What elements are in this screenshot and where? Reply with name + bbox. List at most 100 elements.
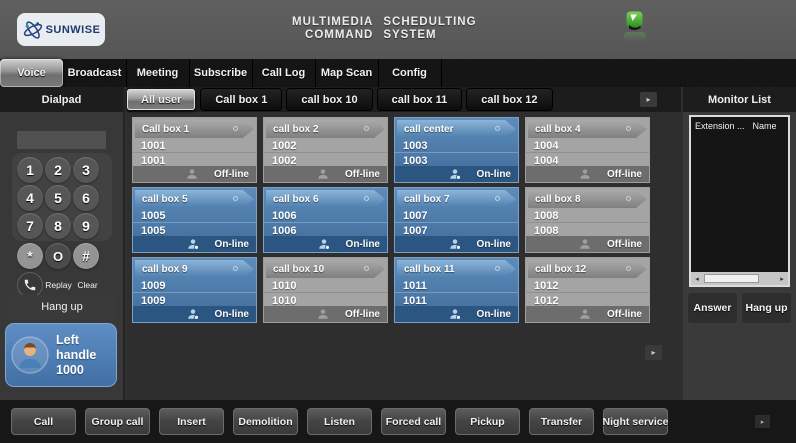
callbox-card-call-box-4[interactable]: call box 4 1004 1004 Off-line bbox=[525, 117, 650, 183]
action-button-call[interactable]: Call bbox=[11, 408, 76, 435]
action-button-group-call[interactable]: Group call bbox=[85, 408, 150, 435]
column-extension[interactable]: Extension ... bbox=[695, 121, 745, 131]
person-status-icon bbox=[579, 168, 591, 180]
user-tab-call-box-11[interactable]: call box 11 bbox=[378, 89, 462, 110]
callbox-status-bar: Off-line bbox=[526, 236, 649, 252]
callbox-extension: 1004 bbox=[534, 140, 558, 152]
status-label: Off-line bbox=[214, 169, 249, 180]
monitor-hangup-button[interactable]: Hang up bbox=[742, 293, 791, 323]
scroll-right-icon[interactable]: ▸ bbox=[776, 275, 788, 283]
user-tabs-scroll-right-icon[interactable]: ▸ bbox=[640, 92, 657, 107]
callbox-card-call-box-6[interactable]: call box 6 1006 1006 On-line bbox=[263, 187, 388, 253]
key-1[interactable]: 1 bbox=[17, 157, 43, 183]
action-button-pickup[interactable]: Pickup bbox=[455, 408, 520, 435]
key-o[interactable]: O bbox=[45, 243, 71, 269]
callbox-card-call-box-7[interactable]: call box 7 1007 1007 On-line bbox=[394, 187, 519, 253]
action-button-transfer[interactable]: Transfer bbox=[529, 408, 594, 435]
callbox-name: call box 4 bbox=[535, 124, 581, 135]
callbox-extension-row: 1005 bbox=[133, 209, 256, 223]
column-name[interactable]: Name bbox=[753, 121, 777, 131]
action-button-demolition[interactable]: Demolition bbox=[233, 408, 298, 435]
callbox-extension: 1012 bbox=[534, 280, 558, 292]
callbox-card-call-box-8[interactable]: call box 8 1008 1008 Off-line bbox=[525, 187, 650, 253]
main-tab-config[interactable]: Config bbox=[378, 59, 441, 87]
key-4[interactable]: 4 bbox=[17, 185, 43, 211]
key-3[interactable]: 3 bbox=[73, 157, 99, 183]
key-[interactable]: # bbox=[73, 243, 99, 269]
callbox-card-call-box-11[interactable]: call box 11 1011 1011 On-line bbox=[394, 257, 519, 323]
callbox-card-call-center[interactable]: call center 1003 1003 On-line bbox=[394, 117, 519, 183]
callbox-status-bar: On-line bbox=[133, 306, 256, 322]
grid-next-page-icon[interactable]: ▸ bbox=[645, 345, 662, 360]
key-7[interactable]: 7 bbox=[17, 213, 43, 239]
callbox-extension: 1006 bbox=[272, 210, 296, 222]
user-tab-all-user[interactable]: All user bbox=[127, 89, 195, 110]
callbox-card-call-box-2[interactable]: call box 2 1002 1002 Off-line bbox=[263, 117, 388, 183]
callbox-name: call box 2 bbox=[273, 124, 319, 135]
callbox-extension: 1010 bbox=[272, 280, 296, 292]
monitor-list-box[interactable]: Extension ... Name ◂ ▸ bbox=[689, 115, 790, 287]
horizontal-scrollbar[interactable]: ◂ ▸ bbox=[691, 272, 788, 285]
main-tab-call-log[interactable]: Call Log bbox=[252, 59, 315, 87]
action-button-night-service[interactable]: Night service bbox=[603, 408, 668, 435]
callbox-card-call-box-12[interactable]: call box 12 1012 1012 Off-line bbox=[525, 257, 650, 323]
app-title: MULTIMEDIA SCHEDULTING COMMAND SYSTEM bbox=[292, 16, 477, 42]
callbox-header-tag: call box 10 bbox=[266, 260, 385, 278]
status-label: On-line bbox=[477, 309, 511, 320]
scroll-left-icon[interactable]: ◂ bbox=[691, 275, 703, 283]
scrollbar-thumb[interactable] bbox=[704, 274, 759, 283]
callbox-extension: 1003 bbox=[403, 140, 427, 152]
callbox-name: call box 11 bbox=[404, 264, 455, 275]
callbox-header-tag: call box 8 bbox=[528, 190, 647, 208]
callbox-name: call box 8 bbox=[535, 194, 581, 205]
callbox-name: call box 9 bbox=[142, 264, 188, 275]
main-tab-voice[interactable]: Voice bbox=[0, 59, 63, 87]
clear-button[interactable]: Clear bbox=[74, 280, 101, 290]
dialpad-hangup-button[interactable]: Hang up bbox=[9, 295, 115, 319]
callbox-extension-row: 1004 bbox=[526, 139, 649, 153]
action-button-forced-call[interactable]: Forced call bbox=[381, 408, 446, 435]
callbox-card-call-box-5[interactable]: call box 5 1005 1005 On-line bbox=[132, 187, 257, 253]
replay-button[interactable]: Replay bbox=[45, 280, 72, 290]
callbox-extension-row: 1003 bbox=[395, 139, 518, 153]
answer-button[interactable]: Answer bbox=[688, 293, 737, 323]
person-status-icon bbox=[187, 238, 199, 250]
key-5[interactable]: 5 bbox=[45, 185, 71, 211]
dialpad-title: Dialpad bbox=[0, 94, 123, 106]
handle-number: 1000 bbox=[56, 363, 111, 378]
person-status-icon bbox=[449, 308, 461, 320]
user-tab-call-box-12[interactable]: call box 12 bbox=[467, 89, 551, 110]
action-button-insert[interactable]: Insert bbox=[159, 408, 224, 435]
left-handle-card[interactable]: Left handle 1000 bbox=[5, 323, 117, 387]
handle-label: Left handle 1000 bbox=[56, 333, 111, 378]
main-tab-broadcast[interactable]: Broadcast bbox=[63, 59, 126, 87]
title-word: SYSTEM bbox=[383, 29, 476, 42]
user-tab-call-box-10[interactable]: call box 10 bbox=[287, 89, 371, 110]
main-tab-map-scan[interactable]: Map Scan bbox=[315, 59, 378, 87]
callbox-card-call-box-9[interactable]: call box 9 1009 1009 On-line bbox=[132, 257, 257, 323]
callbox-card-call-box-1[interactable]: Call box 1 1001 1001 Off-line bbox=[132, 117, 257, 183]
callbox-number: 1007 bbox=[403, 225, 427, 237]
key-2[interactable]: 2 bbox=[45, 157, 71, 183]
handle-name: Left handle bbox=[56, 333, 111, 363]
dialpad-keypad: 123 456 789 bbox=[12, 153, 112, 241]
key-6[interactable]: 6 bbox=[73, 185, 99, 211]
main-tab-meeting[interactable]: Meeting bbox=[126, 59, 189, 87]
key-9[interactable]: 9 bbox=[73, 213, 99, 239]
dial-number-input[interactable] bbox=[17, 131, 106, 149]
callbox-number: 1012 bbox=[534, 295, 558, 307]
action-button-listen[interactable]: Listen bbox=[307, 408, 372, 435]
tag-dot-icon bbox=[364, 196, 369, 201]
main-tab-subscribe[interactable]: Subscribe bbox=[189, 59, 252, 87]
callbox-card-call-box-10[interactable]: call box 10 1010 1010 Off-line bbox=[263, 257, 388, 323]
tag-dot-icon bbox=[626, 266, 631, 271]
key-[interactable]: * bbox=[17, 243, 43, 269]
key-8[interactable]: 8 bbox=[45, 213, 71, 239]
callbox-name: Call box 1 bbox=[142, 124, 189, 135]
user-tab-call-box-1[interactable]: Call box 1 bbox=[201, 89, 281, 110]
action-bar-more-icon[interactable]: ▸ bbox=[755, 415, 770, 428]
callbox-extension-row: 1009 bbox=[133, 279, 256, 293]
callbox-extension-row: 1001 bbox=[133, 139, 256, 153]
callbox-header-tag: call center bbox=[397, 120, 516, 138]
callbox-extension: 1011 bbox=[403, 280, 427, 292]
